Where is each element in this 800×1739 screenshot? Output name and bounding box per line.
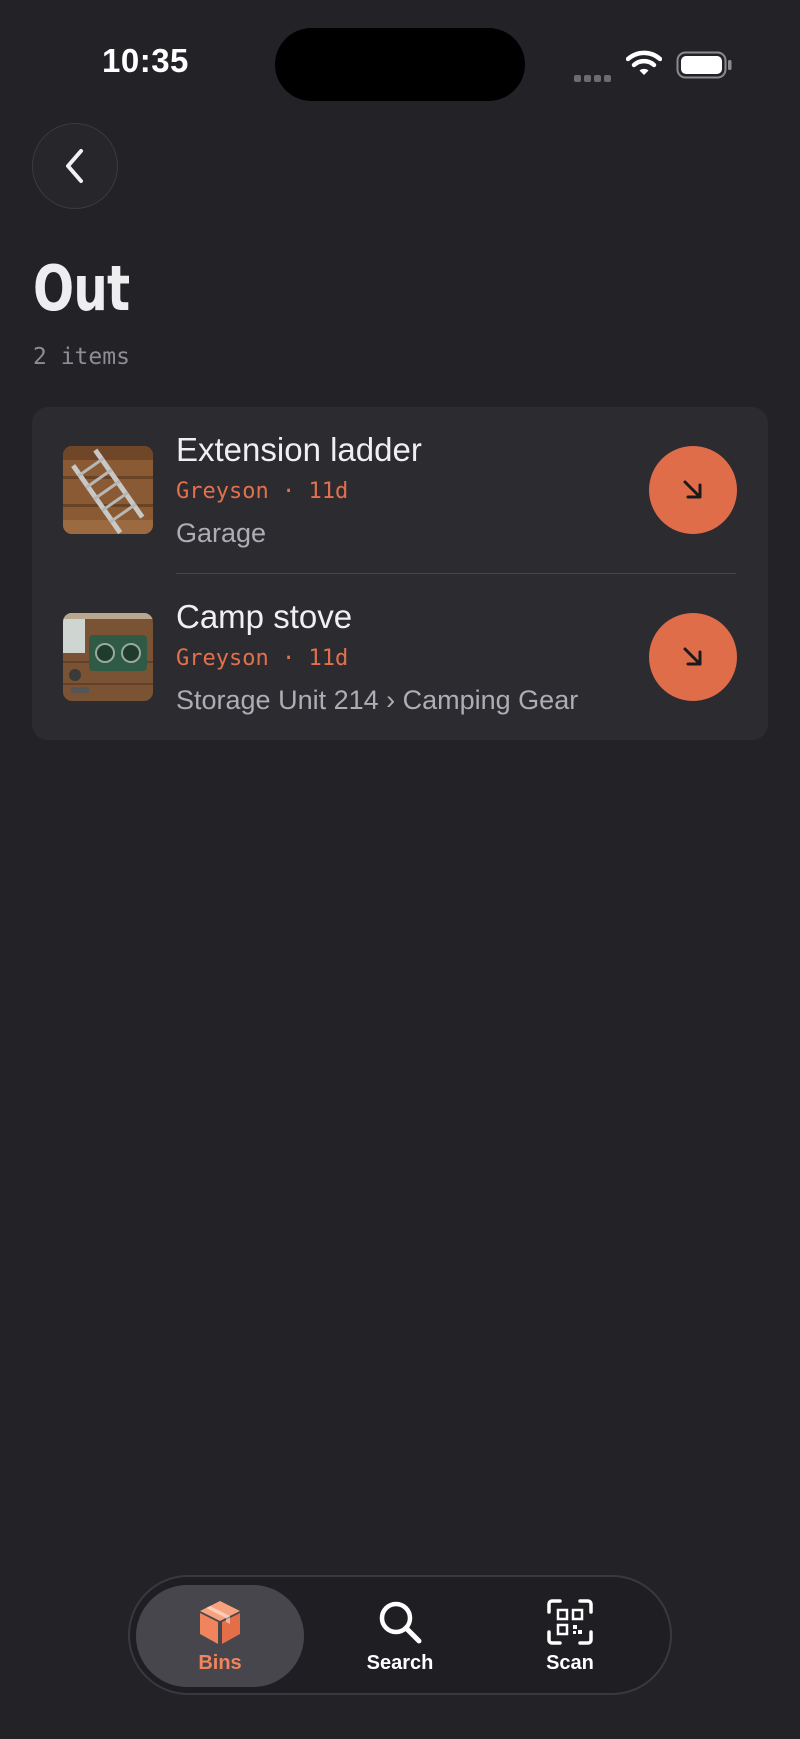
tab-label: Scan	[546, 1651, 594, 1674]
tab-search[interactable]: Search	[316, 1585, 484, 1687]
list-item[interactable]: Extension ladder Greyson · 11d Garage	[32, 407, 768, 573]
item-thumbnail	[63, 613, 153, 701]
tab-label: Search	[366, 1651, 434, 1674]
item-borrower: Greyson · 11d	[176, 479, 349, 504]
item-location: Garage	[176, 518, 267, 548]
dynamic-island	[275, 28, 525, 101]
arrow-down-right-icon	[683, 647, 702, 666]
back-button[interactable]	[32, 123, 118, 209]
tab-label: Bins	[198, 1651, 242, 1674]
page-title: Out	[33, 252, 130, 325]
status-time: 10:35	[102, 42, 189, 79]
box-icon	[200, 1600, 240, 1644]
search-icon	[379, 1601, 422, 1643]
items-list: Extension ladder Greyson · 11d Garage Ca…	[32, 407, 768, 740]
item-name: Extension ladder	[176, 431, 422, 468]
wifi-icon	[625, 50, 663, 81]
battery-icon	[676, 51, 732, 84]
item-thumbnail	[63, 446, 153, 534]
qr-scan-icon	[547, 1598, 593, 1645]
tab-bar: Bins Search Scan	[128, 1575, 672, 1695]
screen: 10:35 Out 2 items Extension ladder Greys…	[0, 0, 800, 1739]
return-item-button[interactable]	[649, 613, 737, 701]
item-location: Storage Unit 214 › Camping Gear	[176, 685, 579, 715]
cellular-signal-icon	[574, 69, 614, 87]
tab-scan[interactable]: Scan	[486, 1585, 654, 1687]
item-borrower: Greyson · 11d	[176, 646, 349, 671]
return-item-button[interactable]	[649, 446, 737, 534]
tab-bins[interactable]: Bins	[136, 1585, 304, 1687]
item-name: Camp stove	[176, 598, 353, 635]
item-count: 2 items	[33, 344, 130, 370]
chevron-left-icon	[66, 149, 83, 183]
arrow-down-right-icon	[683, 480, 702, 499]
list-item[interactable]: Camp stove Greyson · 11d Storage Unit 21…	[32, 574, 768, 740]
status-bar: 10:35	[0, 0, 800, 120]
